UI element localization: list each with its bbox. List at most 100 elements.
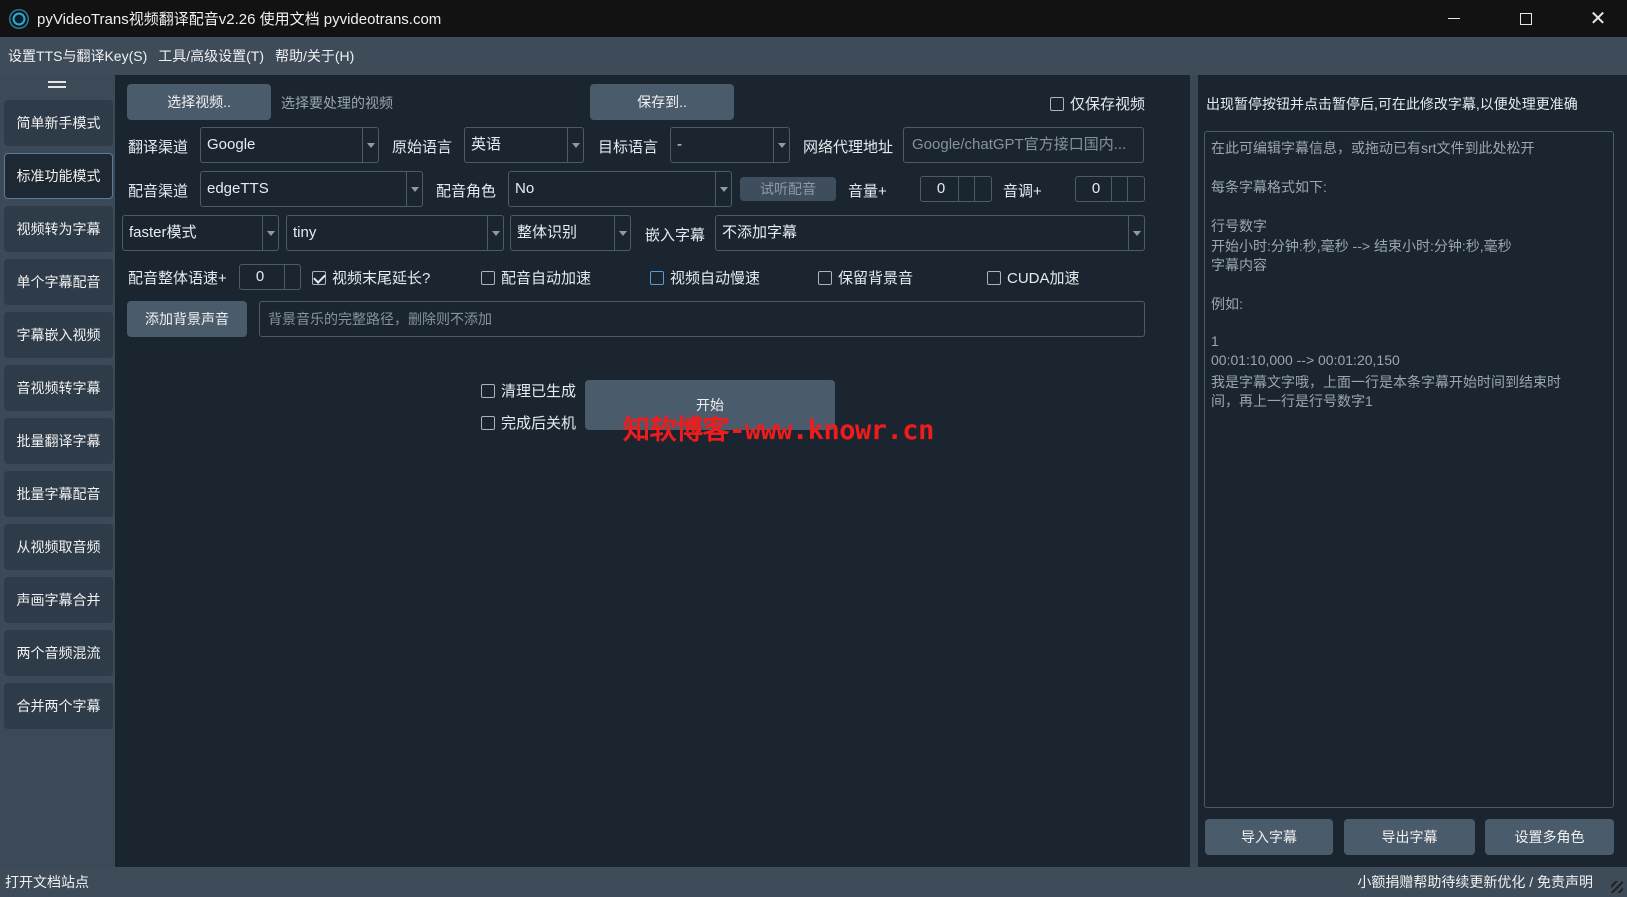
chevron-down-icon (715, 172, 731, 206)
chevron-down-icon (614, 216, 630, 250)
window-controls: ✕ (1425, 0, 1627, 37)
sidebar-item-merge-av-sub[interactable]: 声画字幕合并 (4, 577, 113, 623)
checkbox-box (987, 270, 1001, 285)
preview-dub-button[interactable]: 试听配音 (740, 177, 836, 201)
dub-channel-select[interactable]: edgeTTS (200, 171, 423, 207)
open-docs-link[interactable]: 打开文档站点 (5, 872, 89, 892)
chevron-down-icon (773, 128, 789, 162)
spin-value: 0 (936, 180, 946, 197)
menu-bar: 设置TTS与翻译Key(S) 工具/高级设置(T) 帮助/关于(H) (0, 37, 1627, 75)
checkbox-box (650, 270, 664, 285)
cuda-checkbox[interactable]: CUDA加速 (987, 267, 1080, 288)
source-language-label: 原始语言 (392, 139, 453, 156)
select-value: edgeTTS (207, 180, 269, 197)
checkbox-box (312, 270, 326, 285)
spin-value: 0 (1091, 180, 1101, 197)
spin-decrement[interactable] (1111, 177, 1127, 201)
dub-role-select[interactable]: No (508, 171, 732, 207)
source-language-select[interactable]: 英语 (464, 127, 584, 163)
editor-line: 例如: (1211, 296, 1243, 312)
background-audio-input[interactable]: 背景音乐的完整路径，删除则不添加 (259, 301, 1145, 337)
sidebar-item-batch-dub[interactable]: 批量字幕配音 (4, 471, 113, 517)
spin-value: 0 (255, 268, 265, 285)
shutdown-after-checkbox[interactable]: 完成后关机 (481, 412, 576, 433)
sidebar-item-embed-subtitle[interactable]: 字幕嵌入视频 (4, 312, 113, 358)
model-select[interactable]: tiny (286, 215, 504, 251)
select-value: tiny (293, 224, 317, 241)
pitch-spinbox[interactable]: 0 (1075, 176, 1145, 202)
sidebar-item-av-to-subtitle[interactable]: 音视频转字幕 (4, 365, 113, 411)
sidebar-item-extract-audio[interactable]: 从视频取音频 (4, 524, 113, 570)
dub-channel-label: 配音渠道 (128, 183, 189, 200)
subtitle-editor[interactable]: 在此可编辑字幕信息，或拖动已有srt文件到此处松开 每条字幕格式如下: 行号数字… (1204, 131, 1614, 808)
status-bar: 打开文档站点 小额捐赠帮助待续更新优化 / 免责声明 (0, 867, 1627, 897)
chevron-down-icon (567, 128, 583, 162)
close-button[interactable]: ✕ (1569, 0, 1627, 37)
chevron-down-icon (1128, 216, 1144, 250)
spin-stepper[interactable] (284, 265, 300, 289)
background-audio-placeholder: 背景音乐的完整路径，删除则不添加 (268, 311, 492, 327)
minimize-button[interactable] (1425, 0, 1483, 37)
sidebar-item-batch-translate[interactable]: 批量翻译字幕 (4, 418, 113, 464)
spin-decrement[interactable] (958, 177, 974, 201)
editor-line: 每条字幕格式如下: (1211, 179, 1327, 195)
embed-subtitle-select[interactable]: 不添加字幕 (715, 215, 1145, 251)
sidebar-item-mix-audio[interactable]: 两个音频混流 (4, 630, 113, 676)
checkbox-box (818, 270, 832, 285)
speech-rate-spinbox[interactable]: 0 (239, 264, 301, 290)
resize-grip-icon[interactable] (1611, 881, 1623, 893)
sidebar-item-video-to-subtitle[interactable]: 视频转为字幕 (4, 206, 113, 252)
sidebar-item-simple-mode[interactable]: 简单新手模式 (4, 100, 113, 146)
import-subtitle-button[interactable]: 导入字幕 (1205, 819, 1333, 855)
sidebar: 简单新手模式 标准功能模式 视频转为字幕 单个字幕配音 字幕嵌入视频 音视频转字… (0, 75, 115, 867)
sidebar-item-standard-mode[interactable]: 标准功能模式 (4, 153, 113, 199)
menu-tools[interactable]: 工具/高级设置(T) (158, 46, 264, 66)
editor-line: 间，再上一行是行号数字1 (1211, 393, 1373, 409)
only-save-video-checkbox[interactable]: 仅保存视频 (1050, 93, 1145, 114)
sidebar-item-merge-subtitles[interactable]: 合并两个字幕 (4, 683, 113, 729)
extend-video-end-checkbox[interactable]: 视频末尾延长? (312, 267, 430, 288)
auto-speedup-checkbox[interactable]: 配音自动加速 (481, 267, 591, 288)
editor-line: 00:01:10,000 --> 00:01:20,150 (1211, 352, 1400, 368)
spin-increment[interactable] (1127, 177, 1143, 201)
maximize-icon (1520, 12, 1532, 25)
checkbox-label: 仅保存视频 (1070, 96, 1146, 113)
spin-increment[interactable] (974, 177, 990, 201)
chevron-down-icon (262, 216, 278, 250)
add-background-audio-button[interactable]: 添加背景声音 (127, 301, 247, 337)
editor-line: 在此可编辑字幕信息，或拖动已有srt文件到此处松开 (1211, 140, 1535, 156)
export-subtitle-button[interactable]: 导出字幕 (1344, 819, 1475, 855)
main-panel: 选择视频.. 选择要处理的视频 保存到.. 仅保存视频 翻译渠道 Google … (115, 75, 1190, 867)
checkbox-label: 清理已生成 (501, 383, 577, 400)
menu-help[interactable]: 帮助/关于(H) (275, 46, 354, 66)
speech-rate-label: 配音整体语速+ (128, 270, 227, 287)
checkbox-label: 视频末尾延长? (332, 270, 431, 287)
donate-disclaimer-link[interactable]: 小额捐赠帮助待续更新优化 / 免责声明 (1357, 872, 1593, 892)
auto-slowdown-checkbox[interactable]: 视频自动慢速 (650, 267, 760, 288)
proxy-input[interactable]: Google/chatGPT官方接口国内... (903, 127, 1144, 163)
menu-settings-key[interactable]: 设置TTS与翻译Key(S) (8, 46, 147, 66)
panel-splitter[interactable] (1190, 75, 1198, 867)
watermark-text: 知软博客-www.knowr.cn (623, 415, 934, 446)
target-language-select[interactable]: - (670, 127, 790, 163)
save-to-button[interactable]: 保存到.. (590, 84, 734, 120)
select-video-button[interactable]: 选择视频.. (127, 84, 271, 120)
editor-line: 行号数字 (1211, 218, 1267, 234)
checkbox-box (1050, 96, 1064, 111)
recognition-mode-select[interactable]: faster模式 (122, 215, 279, 251)
select-value: Google (207, 136, 256, 153)
clear-generated-checkbox[interactable]: 清理已生成 (481, 380, 576, 401)
sidebar-toggle-icon[interactable] (48, 81, 66, 91)
sidebar-item-single-dub[interactable]: 单个字幕配音 (4, 259, 113, 305)
translate-channel-select[interactable]: Google (200, 127, 379, 163)
target-language-label: 目标语言 (598, 139, 659, 156)
recognition-type-select[interactable]: 整体识别 (510, 215, 631, 251)
volume-spinbox[interactable]: 0 (920, 176, 992, 202)
set-multi-role-button[interactable]: 设置多角色 (1485, 819, 1614, 855)
keep-background-checkbox[interactable]: 保留背景音 (818, 267, 913, 288)
dub-role-label: 配音角色 (436, 183, 497, 200)
maximize-button[interactable] (1497, 0, 1555, 37)
window-title: pyVideoTrans视频翻译配音v2.26 使用文档 pyvideotran… (37, 11, 442, 28)
checkbox-label: 完成后关机 (501, 415, 577, 432)
pitch-label: 音调+ (1003, 183, 1042, 200)
